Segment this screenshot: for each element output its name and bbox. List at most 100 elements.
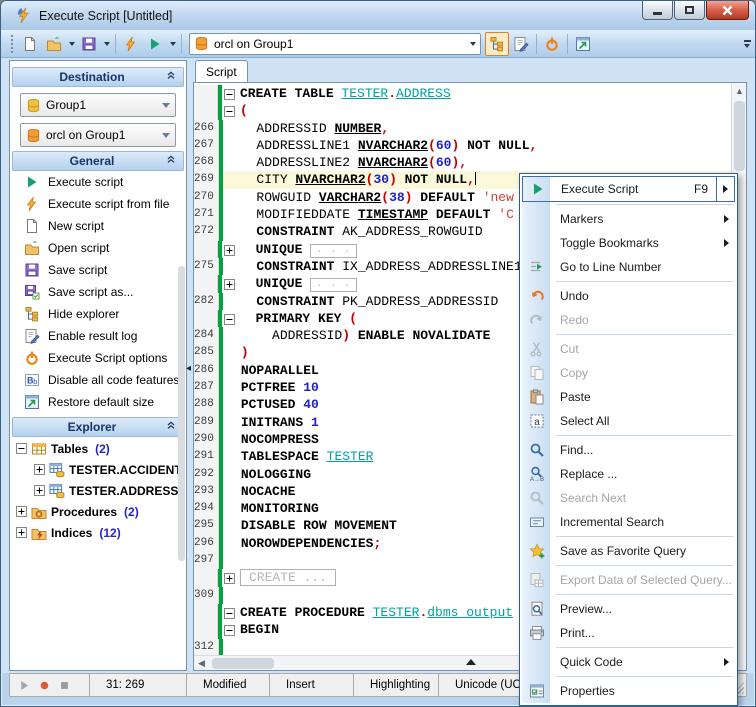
combo-dropdown-icon[interactable] (467, 32, 478, 56)
hscroll-thumb[interactable] (212, 658, 274, 669)
new-script-button[interactable] (18, 32, 42, 56)
toggle-explorer-button[interactable] (485, 32, 509, 56)
save-script-as-item[interactable]: Save script as... (10, 281, 186, 303)
code-line[interactable]: ( (194, 102, 731, 119)
tab-script[interactable]: Script (195, 60, 248, 82)
menu-select-all[interactable]: aSelect All (522, 409, 735, 433)
close-button[interactable] (706, 1, 749, 20)
toolbar-overflow-icon[interactable] (741, 33, 753, 55)
collapse-chevrons-icon[interactable] (165, 418, 177, 436)
menu-markers[interactable]: Markers (522, 207, 735, 231)
tree-tester-address[interactable]: TESTER.ADDRESS(1) (10, 481, 186, 500)
result-splitter-arrow-icon[interactable] (466, 659, 476, 665)
fold-margin (223, 414, 239, 431)
collapsed-fold-box[interactable]: . . . (310, 278, 357, 292)
menu-properties[interactable]: Properties (522, 679, 735, 703)
new-script-item[interactable]: New script (10, 215, 186, 237)
script-options-button[interactable] (540, 32, 564, 56)
tree-tester-accident[interactable]: TESTER.ACCIDENT(1) (10, 460, 186, 479)
execute-script-item[interactable]: Execute script (10, 171, 186, 193)
code-line[interactable]: 266 ADDRESSID NUMBER, (194, 120, 731, 137)
section-header-destination[interactable]: Destination (12, 67, 184, 87)
minimize-button[interactable] (642, 1, 673, 20)
menu-save-favorite[interactable]: Save as Favorite Query (522, 539, 735, 563)
menu-preview[interactable]: Preview... (522, 597, 735, 621)
menu-execute-script[interactable]: Execute ScriptF9 (522, 176, 735, 202)
expand-box-icon[interactable] (16, 527, 27, 538)
script-options-item[interactable]: Execute Script options (10, 347, 186, 369)
save-script-button[interactable] (77, 32, 101, 56)
fold-margin (222, 241, 238, 258)
section-header-explorer[interactable]: Explorer (12, 417, 184, 437)
tree-procedures[interactable]: Procedures(2) (10, 502, 186, 521)
tree-tables-count: (2) (95, 442, 110, 456)
fold-margin (223, 431, 239, 448)
maximize-button[interactable] (674, 1, 705, 20)
line-number: 266 (194, 120, 219, 137)
fold-margin (222, 604, 238, 621)
folder-gear-icon (31, 504, 47, 520)
collapsed-fold-box[interactable]: . . . (310, 244, 357, 258)
menu-incremental-search[interactable]: Incremental Search (522, 510, 735, 534)
collapse-box-icon[interactable] (16, 443, 27, 454)
expand-box-icon[interactable] (34, 464, 45, 475)
execute-from-file-button[interactable] (119, 32, 143, 56)
tree-tables[interactable]: Tables(2) (10, 439, 186, 458)
toolbar-grip[interactable] (8, 35, 15, 53)
line-number: 293 (194, 483, 219, 500)
save-script-button-dropdown[interactable] (101, 32, 112, 56)
open-script-item[interactable]: Open script (10, 237, 186, 259)
menu-paste[interactable]: Paste (522, 385, 735, 409)
hide-explorer-item[interactable]: Hide explorer (10, 303, 186, 325)
line-number: 312 (194, 639, 219, 656)
menu-find[interactable]: Find... (522, 438, 735, 462)
scroll-up-icon[interactable]: ▲ (732, 83, 747, 98)
collapsed-region-box[interactable]: CREATE ... (240, 569, 336, 586)
execute-script-button-dropdown[interactable] (167, 32, 178, 56)
menu-undo[interactable]: Undo (522, 284, 735, 308)
restore-default-size-item[interactable]: Restore default size (10, 391, 186, 413)
fold-margin (223, 154, 239, 171)
disable-code-features-item[interactable]: BbDisable all code features (10, 369, 186, 391)
vscroll-thumb[interactable] (734, 101, 745, 171)
open-script-button[interactable] (42, 32, 66, 56)
menu-copy-label: Copy (560, 366, 735, 380)
menu-export-data: Export Data of Selected Query... (522, 568, 735, 592)
restore-size-icon (575, 36, 591, 52)
menu-goto-line[interactable]: Go to Line Number (522, 255, 735, 279)
result-log-button[interactable] (509, 32, 533, 56)
database-select[interactable]: orcl on Group1 (20, 123, 176, 147)
tree-indices[interactable]: Indices(12) (10, 523, 186, 542)
scroll-left-icon[interactable]: ◀ (194, 656, 209, 671)
stop-indicator-icon[interactable] (58, 679, 71, 692)
copy-icon (529, 365, 545, 381)
fold-margin (223, 223, 239, 240)
collapse-chevrons-icon[interactable] (165, 68, 177, 86)
code-line[interactable]: 267 ADDRESSLINE1 NVARCHAR2(60) NOT NULL, (194, 137, 731, 154)
enable-result-log-item[interactable]: Enable result log (10, 325, 186, 347)
collapse-sidebar-arrow-icon[interactable]: ◂ (186, 363, 191, 374)
group-select[interactable]: Group1 (20, 93, 176, 117)
menu-quick-code[interactable]: Quick Code (522, 650, 735, 674)
save-script-item[interactable]: Save script (10, 259, 186, 281)
code-line[interactable]: CREATE TABLE TESTER.ADDRESS (194, 85, 731, 102)
collapse-chevrons-icon[interactable] (165, 152, 177, 170)
expand-box-icon[interactable] (34, 485, 45, 496)
menu-replace[interactable]: A→BReplace ... (522, 462, 735, 486)
main-toolbar: orcl on Group1 (1, 30, 755, 58)
menu-separator (556, 334, 733, 335)
menu-toggle-bookmarks[interactable]: Toggle Bookmarks (522, 231, 735, 255)
sidebar-scrollbar[interactable] (178, 266, 185, 561)
expand-box-icon[interactable] (16, 506, 27, 517)
execute-script-button[interactable] (143, 32, 167, 56)
toolbar-separator (181, 34, 182, 54)
section-header-general[interactable]: General (12, 151, 184, 171)
record-indicator-icon[interactable] (38, 679, 51, 692)
restore-size-button[interactable] (571, 32, 595, 56)
open-script-button-dropdown[interactable] (66, 32, 77, 56)
menu-print[interactable]: Print... (522, 621, 735, 645)
code-line[interactable]: 268 ADDRESSLINE2 NVARCHAR2(60), (194, 154, 731, 171)
run-indicator-icon[interactable] (18, 679, 31, 692)
database-combo[interactable]: orcl on Group1 (189, 33, 481, 55)
execute-from-file-item[interactable]: Execute script from file (10, 193, 186, 215)
